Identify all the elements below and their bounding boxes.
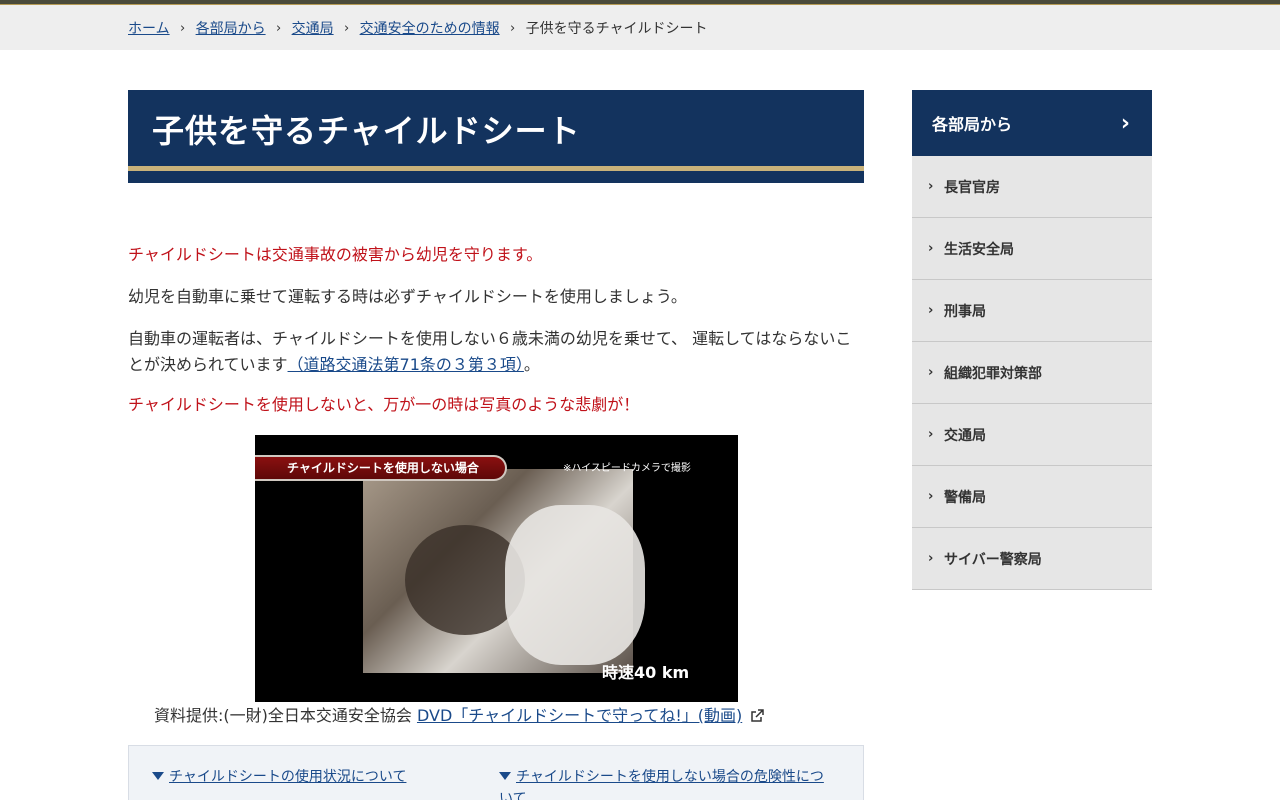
chevron-right-icon: › [928,551,934,566]
toc-item[interactable]: チャイルドシートを使用しない場合の危険性について [499,766,829,800]
chevron-right-icon: › [275,20,282,36]
external-link-icon [751,709,764,722]
chevron-right-icon: › [928,427,934,442]
intro-red-text: チャイルドシートは交通事故の被害から幼児を守ります。 [128,245,543,264]
sidebar-heading[interactable]: 各部局から › [912,90,1152,156]
sidebar-item-label: 刑事局 [944,303,986,320]
sidebar-item-traffic[interactable]: › 交通局 [912,404,1152,466]
chevron-right-icon: › [343,20,350,36]
toc-link-danger[interactable]: チャイルドシートを使用しない場合の危険性について [499,769,824,800]
page-title: 子供を守るチャイルドシート [152,112,581,150]
dvd-video-link[interactable]: DVD「チャイルドシートで守ってね!」(動画) [417,706,742,725]
triangle-down-icon [499,772,511,780]
sidebar-item-label: 組織犯罪対策部 [944,365,1042,382]
breadcrumb-current: 子供を守るチャイルドシート [525,21,708,37]
chevron-right-icon: › [928,241,934,256]
breadcrumb-home[interactable]: ホーム [128,18,170,38]
speed-label: 時速40 km [602,663,690,682]
caption-text: 資料提供:(一財)全日本交通安全協会 [154,706,417,725]
sidebar-item-security[interactable]: › 警備局 [912,466,1152,528]
law-link[interactable]: （道路交通法第71条の３第３項） [288,355,524,374]
image-caption: 資料提供:(一財)全日本交通安全協会 DVD「チャイルドシートで守ってね!」(動… [154,704,764,728]
breadcrumb-traffic-safety[interactable]: 交通安全のための情報 [360,18,500,38]
sidebar-item-label: 交通局 [944,427,986,444]
title-underline [128,166,864,171]
chevron-right-icon: › [179,20,186,36]
triangle-down-icon [152,772,164,780]
sidebar-item-label: 警備局 [944,489,986,506]
chevron-right-icon: › [1120,110,1130,136]
table-of-contents: チャイルドシートの使用状況について チャイルドシートを使用しない場合の危険性につ… [128,745,864,800]
sidebar-item-label: サイバー警察局 [944,551,1042,568]
sidebar-item-community-safety[interactable]: › 生活安全局 [912,218,1152,280]
breadcrumb-bar: ホーム › 各部局から › 交通局 › 交通安全のための情報 › 子供を守るチャ… [0,5,1280,50]
camera-note: ※ハイスピードカメラで撮影 [563,463,691,474]
scene-dummy [505,505,645,665]
paragraph-usage: 幼児を自動車に乗せて運転する時は必ずチャイルドシートを使用しましょう。 [128,287,687,306]
warning-red-text: チャイルドシートを使用しないと、万が一の時は写真のような悲劇が！ [128,395,640,414]
paragraph-law: 自動車の運転者は、チャイルドシートを使用しない６歳未満の幼児を乗せて、 運転して… [128,326,864,378]
page-title-block: 子供を守るチャイルドシート [128,90,864,183]
chevron-right-icon: › [509,20,516,36]
sidebar-item-organized-crime[interactable]: › 組織犯罪対策部 [912,342,1152,404]
chevron-right-icon: › [928,303,934,318]
sidebar-heading-label: 各部局から [932,115,1013,134]
crash-test-image: チャイルドシートを使用しない場合 ※ハイスピードカメラで撮影 時速40 km [255,435,738,702]
sidebar-item-label: 長官官房 [944,179,1000,196]
chevron-right-icon: › [928,179,934,194]
video-banner: チャイルドシートを使用しない場合 [255,455,507,481]
breadcrumb-departments[interactable]: 各部局から [196,18,266,38]
sidebar-item-cyber[interactable]: › サイバー警察局 [912,528,1152,590]
law-end: 。 [523,355,540,374]
toc-link-usage[interactable]: チャイルドシートの使用状況について [169,769,406,785]
sidebar-item-criminal[interactable]: › 刑事局 [912,280,1152,342]
sidebar-item-secretariat[interactable]: › 長官官房 [912,156,1152,218]
toc-item[interactable]: チャイルドシートの使用状況について [152,766,406,788]
breadcrumb-traffic-bureau[interactable]: 交通局 [292,18,334,38]
breadcrumb: ホーム › 各部局から › 交通局 › 交通安全のための情報 › 子供を守るチャ… [128,18,707,38]
sidebar: 各部局から › › 長官官房 › 生活安全局 › 刑事局 › 組織犯罪対策部 › 交通局 … [912,90,1152,590]
chevron-right-icon: › [928,489,934,504]
sidebar-item-label: 生活安全局 [944,241,1014,258]
chevron-right-icon: › [928,365,934,380]
